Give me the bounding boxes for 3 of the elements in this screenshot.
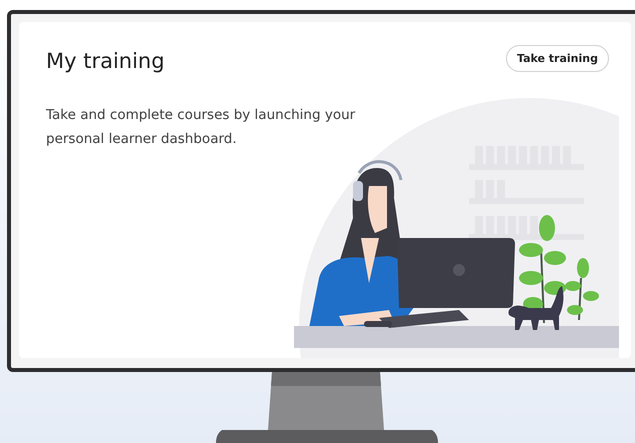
card-title: My training [46,49,166,73]
take-training-button[interactable]: Take training [506,45,609,72]
card-description: Take and complete courses by launching your personal learner dashboard. [46,106,356,149]
